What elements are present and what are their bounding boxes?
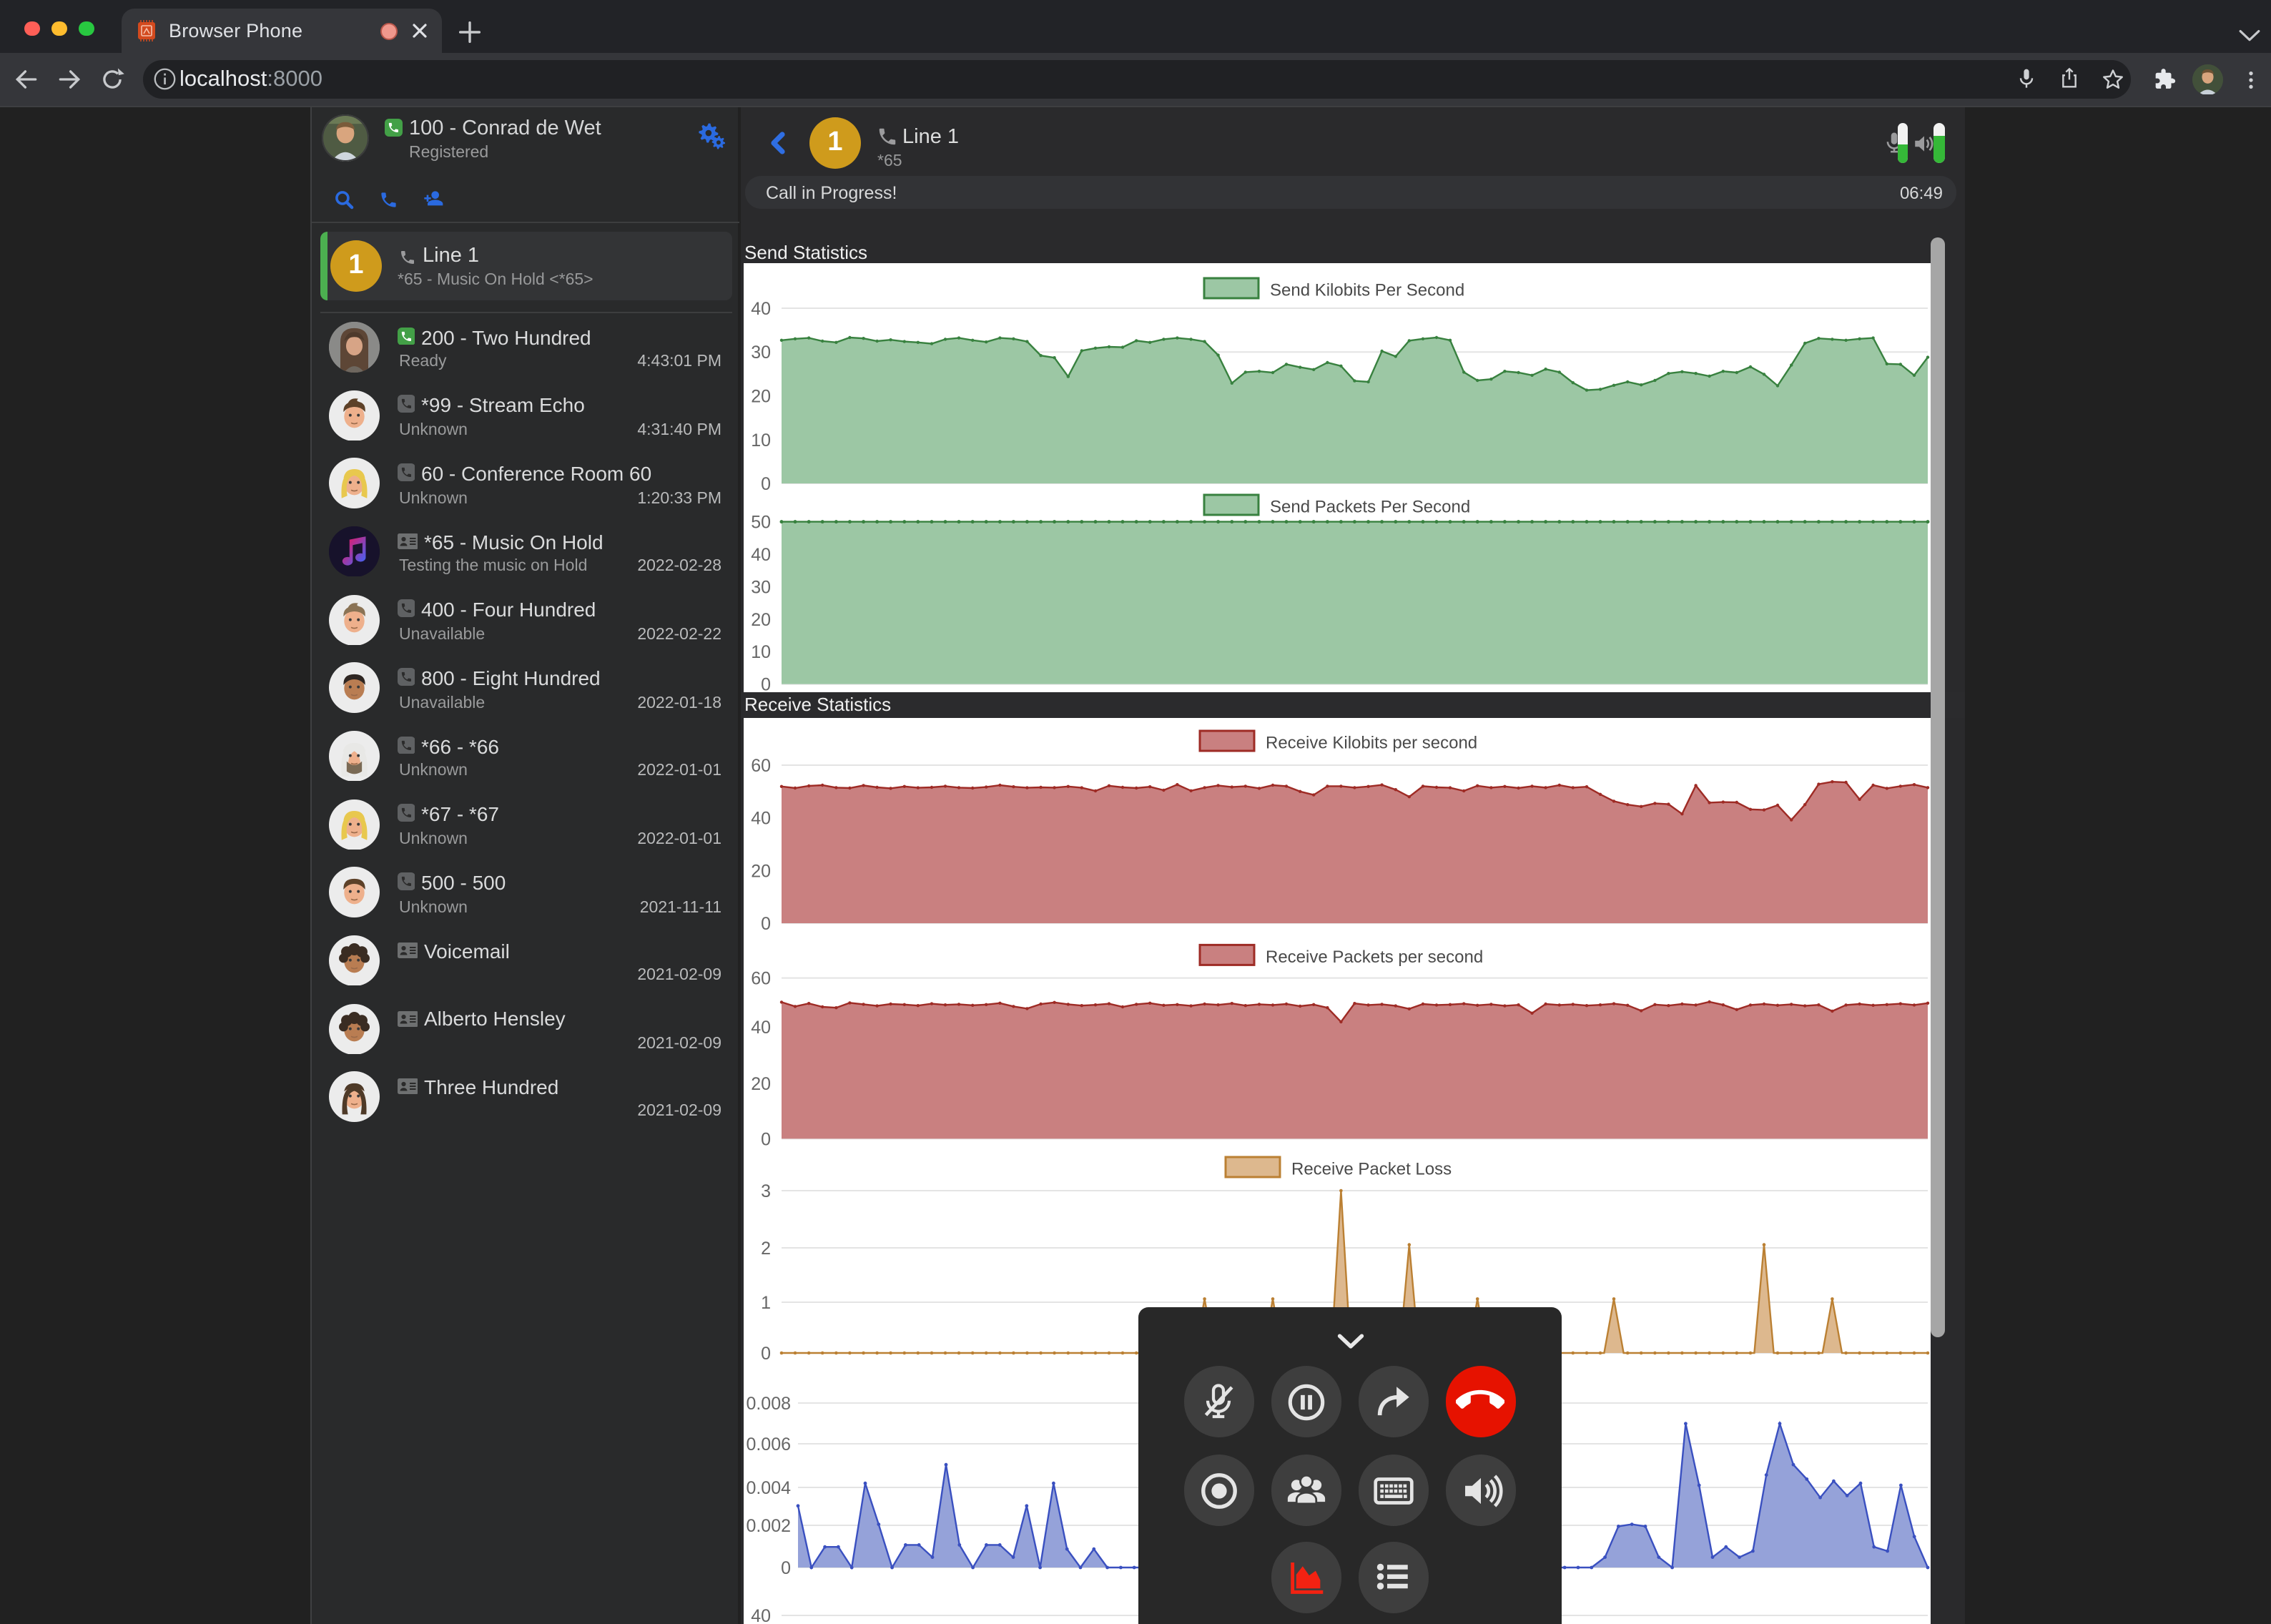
svg-text:Receive Kilobits per second: Receive Kilobits per second bbox=[1266, 733, 1477, 752]
svg-text:0.004: 0.004 bbox=[746, 1478, 791, 1498]
svg-text:20: 20 bbox=[751, 861, 771, 881]
svg-text:60: 60 bbox=[751, 969, 771, 989]
svg-text:40: 40 bbox=[751, 1606, 771, 1624]
svg-text:0: 0 bbox=[781, 1558, 791, 1578]
svg-text:0.002: 0.002 bbox=[746, 1516, 791, 1536]
svg-text:Send Kilobits Per Second: Send Kilobits Per Second bbox=[1270, 280, 1464, 300]
svg-text:0: 0 bbox=[761, 1129, 771, 1149]
svg-text:2: 2 bbox=[761, 1239, 771, 1259]
svg-text:30: 30 bbox=[751, 343, 771, 363]
svg-text:0: 0 bbox=[761, 1344, 771, 1364]
svg-text:0.006: 0.006 bbox=[746, 1434, 791, 1455]
svg-text:Receive Packets per second: Receive Packets per second bbox=[1266, 948, 1483, 967]
svg-text:30: 30 bbox=[751, 577, 771, 597]
svg-text:3: 3 bbox=[761, 1181, 771, 1201]
svg-text:20: 20 bbox=[751, 387, 771, 407]
svg-text:20: 20 bbox=[751, 1074, 771, 1094]
svg-text:0.008: 0.008 bbox=[746, 1394, 791, 1414]
svg-text:Send Packets Per Second: Send Packets Per Second bbox=[1270, 497, 1470, 516]
svg-text:0: 0 bbox=[761, 914, 771, 934]
svg-text:20: 20 bbox=[751, 610, 771, 630]
svg-text:Receive Packet Loss: Receive Packet Loss bbox=[1291, 1159, 1452, 1178]
svg-text:40: 40 bbox=[751, 809, 771, 829]
svg-text:0: 0 bbox=[761, 474, 771, 494]
svg-text:60: 60 bbox=[751, 756, 771, 776]
svg-text:40: 40 bbox=[751, 299, 771, 319]
svg-text:40: 40 bbox=[751, 545, 771, 565]
svg-text:10: 10 bbox=[751, 430, 771, 451]
svg-text:1: 1 bbox=[761, 1293, 771, 1313]
svg-text:50: 50 bbox=[751, 513, 771, 533]
svg-text:10: 10 bbox=[751, 642, 771, 662]
svg-text:40: 40 bbox=[751, 1018, 771, 1038]
